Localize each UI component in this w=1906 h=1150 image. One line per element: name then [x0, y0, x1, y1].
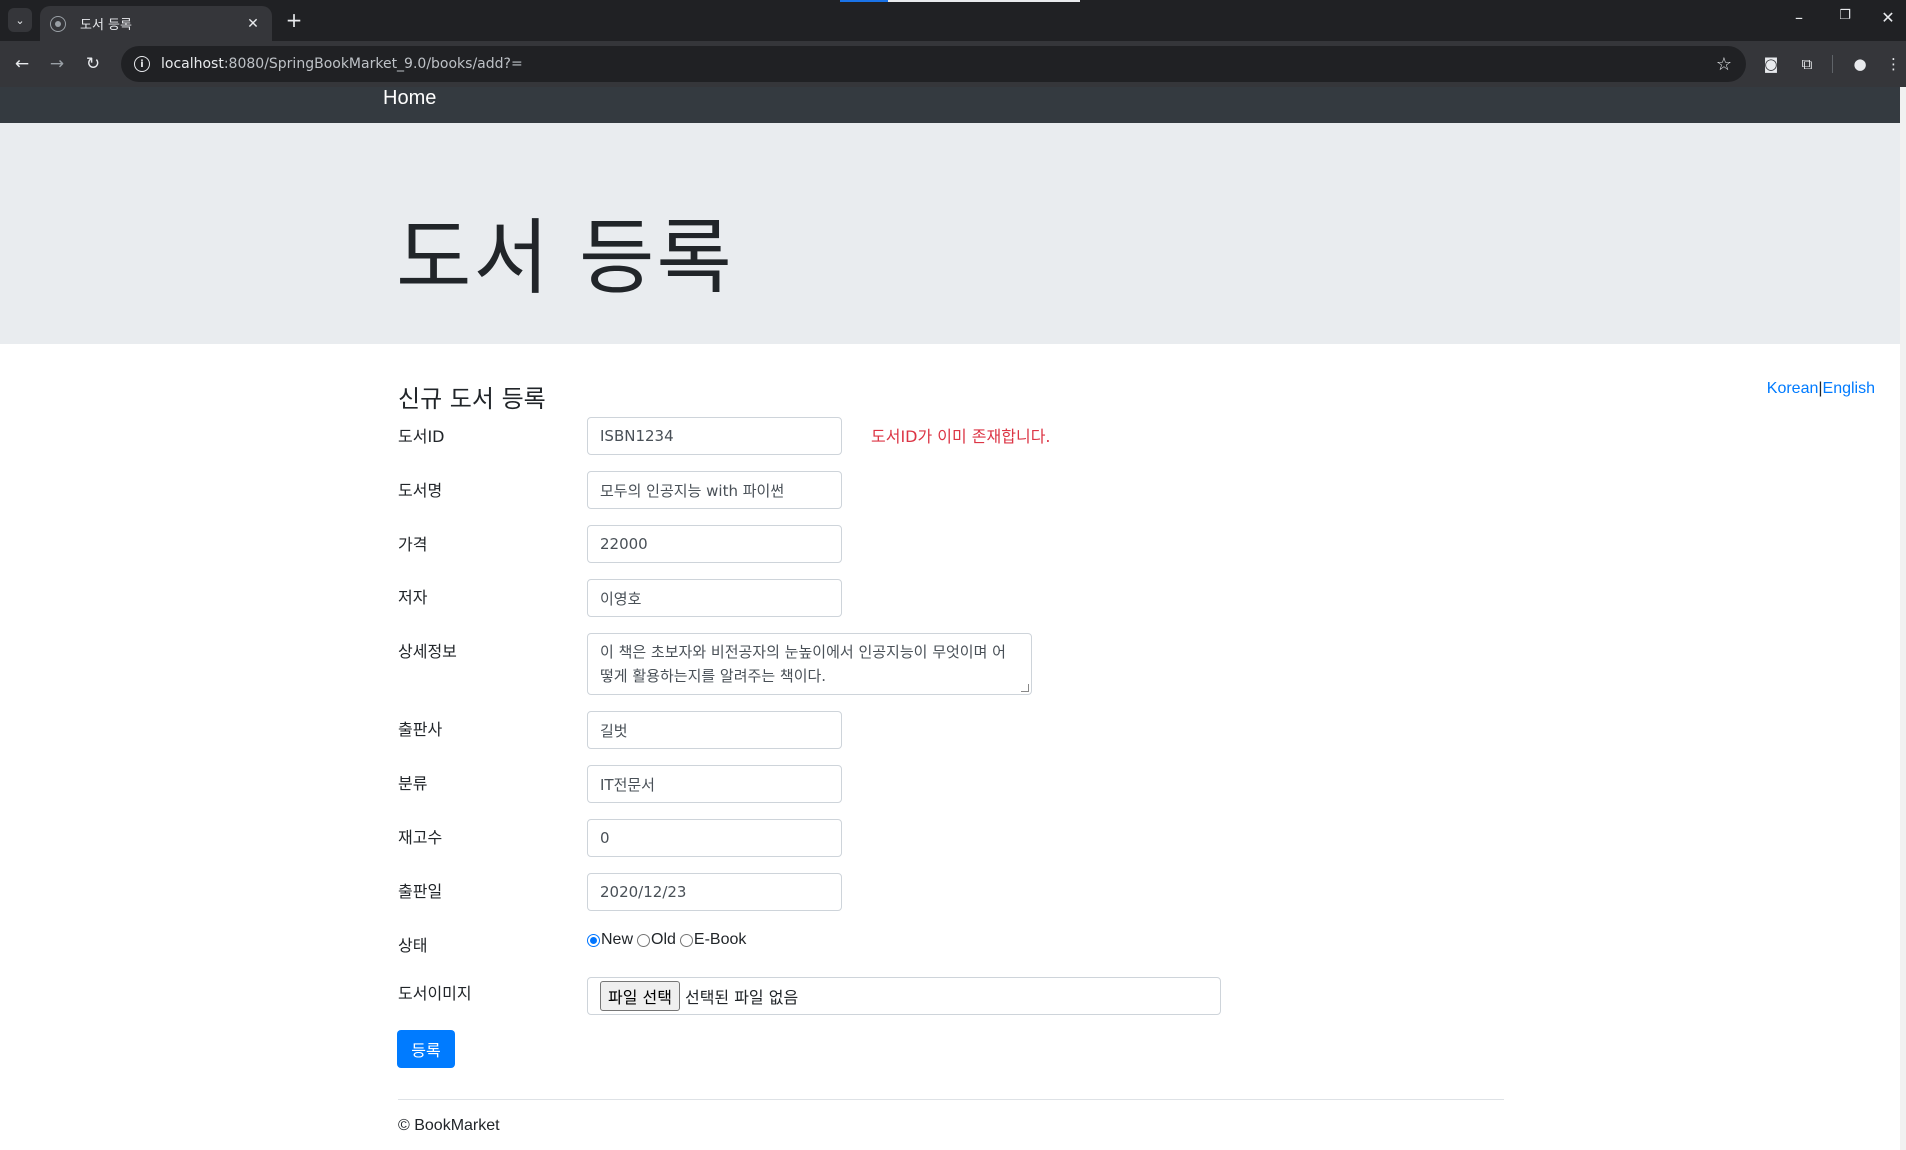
scrollbar[interactable]	[1900, 87, 1906, 1150]
category-label: 분류	[398, 774, 428, 793]
release-date-field[interactable]: 2020/12/23	[587, 873, 842, 911]
condition-label: 상태	[398, 936, 428, 955]
url-text[interactable]: localhost:8080/SpringBookMarket_9.0/book…	[161, 56, 1716, 72]
form-title: 신규 도서 등록	[398, 385, 546, 413]
browser-tab-strip: ⌄ 도서 등록 ✕ + – ❐ ✕	[0, 0, 1906, 41]
book-image-label: 도서이미지	[398, 984, 472, 1003]
footer-divider	[398, 1099, 1504, 1100]
book-id-field[interactable]: ISBN1234	[587, 417, 842, 455]
lang-english-link[interactable]: English	[1823, 380, 1875, 397]
publisher-label: 출판사	[398, 720, 443, 739]
condition-radio-group: New Old E-Book	[587, 931, 750, 949]
info-icon[interactable]: i	[134, 56, 150, 72]
home-link[interactable]: Home	[383, 87, 436, 109]
stock-label: 재고수	[398, 828, 443, 847]
condition-new-radio[interactable]	[587, 933, 600, 947]
reload-icon[interactable]: ↻	[81, 52, 105, 76]
url-host: localhost	[161, 56, 224, 72]
jumbotron: 도서 등록	[0, 123, 1906, 344]
condition-new-label[interactable]: New	[601, 931, 633, 949]
close-icon[interactable]: ✕	[1876, 8, 1900, 27]
camera-icon[interactable]: ◙	[1760, 53, 1782, 75]
tab-close-icon[interactable]: ✕	[244, 16, 262, 32]
choose-file-button[interactable]: 파일 선택	[600, 981, 680, 1011]
new-tab-button[interactable]: +	[282, 9, 306, 33]
page-content: Home 도서 등록 Korean|English 신규 도서 등록 도서ID …	[0, 87, 1906, 1150]
file-status-text: 선택된 파일 없음	[684, 988, 799, 1007]
category-field[interactable]: IT전문서	[587, 765, 842, 803]
menu-icon[interactable]: ⋮	[1886, 53, 1901, 75]
restore-icon[interactable]: ❐	[1833, 8, 1857, 23]
resize-handle-icon[interactable]	[1021, 684, 1029, 692]
price-label: 가격	[398, 535, 428, 554]
forward-icon[interactable]: →	[45, 52, 69, 76]
book-name-label: 도서명	[398, 481, 443, 500]
address-bar[interactable]: i localhost:8080/SpringBookMarket_9.0/bo…	[121, 46, 1746, 82]
condition-old-label[interactable]: Old	[651, 931, 676, 949]
submit-button[interactable]: 등록	[397, 1030, 455, 1068]
release-date-label: 출판일	[398, 882, 443, 901]
url-path: :8080/SpringBookMarket_9.0/books/add?=	[223, 56, 523, 72]
star-icon[interactable]: ☆	[1716, 54, 1732, 75]
book-image-file-input[interactable]: 파일 선택 선택된 파일 없음	[587, 977, 1221, 1015]
tab-list-icon[interactable]: ⌄	[8, 8, 32, 32]
book-name-field[interactable]: 모두의 인공지능 with 파이썬	[587, 471, 842, 509]
profile-icon[interactable]: ●	[1849, 53, 1871, 75]
author-label: 저자	[398, 588, 428, 607]
description-textarea[interactable]: 이 책은 초보자와 비전공자의 눈높이에서 인공지능이 무엇이며 어떻게 활용하…	[587, 633, 1032, 695]
page-title: 도서 등록	[396, 211, 734, 306]
author-field[interactable]: 이영호	[587, 579, 842, 617]
tab-title: 도서 등록	[80, 18, 132, 33]
lang-korean-link[interactable]: Korean	[1767, 380, 1819, 397]
minimize-icon[interactable]: –	[1787, 8, 1811, 27]
stock-field[interactable]: 0	[587, 819, 842, 857]
tab-strip-highlight-accent	[840, 0, 888, 2]
book-id-error: 도서ID가 이미 존재합니다.	[871, 427, 1051, 446]
back-icon[interactable]: ←	[10, 52, 34, 76]
condition-ebook-label[interactable]: E-Book	[694, 931, 746, 949]
navbar: Home	[0, 87, 1906, 123]
description-text: 이 책은 초보자와 비전공자의 눈높이에서 인공지능이 무엇이며 어떻게 활용하…	[600, 643, 1006, 685]
condition-old-radio[interactable]	[637, 933, 651, 947]
description-label: 상세정보	[398, 642, 457, 661]
toolbar-separator	[1832, 55, 1833, 73]
extensions-icon[interactable]: ⧉	[1796, 53, 1818, 75]
price-field[interactable]: 22000	[587, 525, 842, 563]
browser-toolbar: ← → ↻ i localhost:8080/SpringBookMarket_…	[0, 41, 1906, 87]
condition-ebook-radio[interactable]	[679, 933, 693, 947]
book-id-label: 도서ID	[398, 427, 445, 446]
browser-tab[interactable]: 도서 등록 ✕	[40, 6, 272, 41]
publisher-field[interactable]: 길벗	[587, 711, 842, 749]
globe-icon	[50, 15, 66, 32]
footer-copyright: © BookMarket	[398, 1117, 500, 1134]
language-switcher: Korean|English	[1767, 380, 1875, 398]
